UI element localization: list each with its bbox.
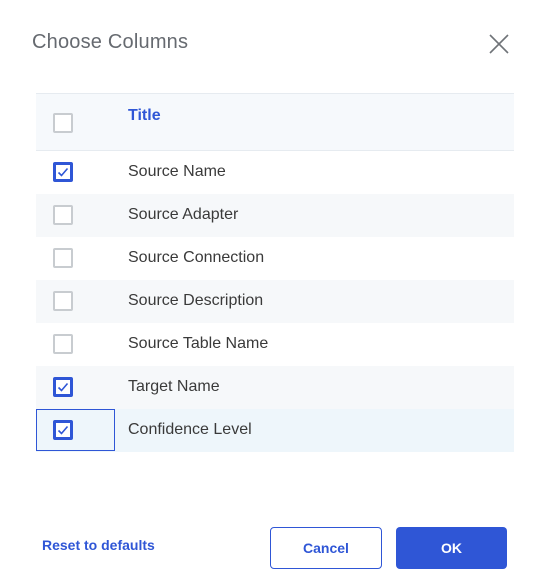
column-row-source-adapter[interactable]: Source Adapter — [36, 194, 514, 237]
ok-button[interactable]: OK — [396, 527, 507, 569]
column-row-target-name[interactable]: Target Name — [36, 366, 514, 409]
checkmark-icon — [57, 382, 69, 392]
column-row-source-name[interactable]: Source Name — [36, 151, 514, 194]
column-label: Source Adapter — [128, 206, 239, 223]
checkbox-checked[interactable] — [53, 377, 73, 397]
checkmark-icon — [57, 167, 69, 177]
column-list: Title Source Name Source Adapter Source … — [36, 93, 514, 452]
cancel-button[interactable]: Cancel — [270, 527, 382, 569]
close-icon — [489, 34, 509, 54]
checkbox-unchecked[interactable] — [53, 334, 73, 354]
column-row-source-table-name[interactable]: Source Table Name — [36, 323, 514, 366]
checkbox-checked[interactable] — [53, 420, 73, 440]
dialog-title: Choose Columns — [32, 31, 189, 53]
header-title: Title — [128, 107, 161, 124]
checkbox-unchecked[interactable] — [53, 291, 73, 311]
column-row-source-description[interactable]: Source Description — [36, 280, 514, 323]
checkbox-unchecked[interactable] — [53, 248, 73, 268]
select-all-checkbox[interactable] — [53, 113, 73, 133]
column-row-confidence-level[interactable]: Confidence Level — [36, 409, 514, 452]
column-label: Source Table Name — [128, 335, 269, 352]
checkbox-unchecked[interactable] — [53, 205, 73, 225]
focus-ring — [36, 409, 115, 451]
column-label: Confidence Level — [128, 421, 252, 438]
reset-to-defaults-link[interactable]: Reset to defaults — [42, 537, 155, 553]
choose-columns-dialog: Choose Columns Title Source Name Source … — [0, 0, 534, 586]
column-row-source-connection[interactable]: Source Connection — [36, 237, 514, 280]
column-label: Target Name — [128, 378, 220, 395]
checkbox-checked[interactable] — [53, 162, 73, 182]
close-button[interactable] — [484, 29, 514, 59]
column-list-header: Title — [36, 93, 514, 151]
column-label: Source Description — [128, 292, 264, 309]
column-label: Source Name — [128, 163, 226, 180]
column-label: Source Connection — [128, 249, 265, 266]
checkmark-icon — [57, 425, 69, 435]
